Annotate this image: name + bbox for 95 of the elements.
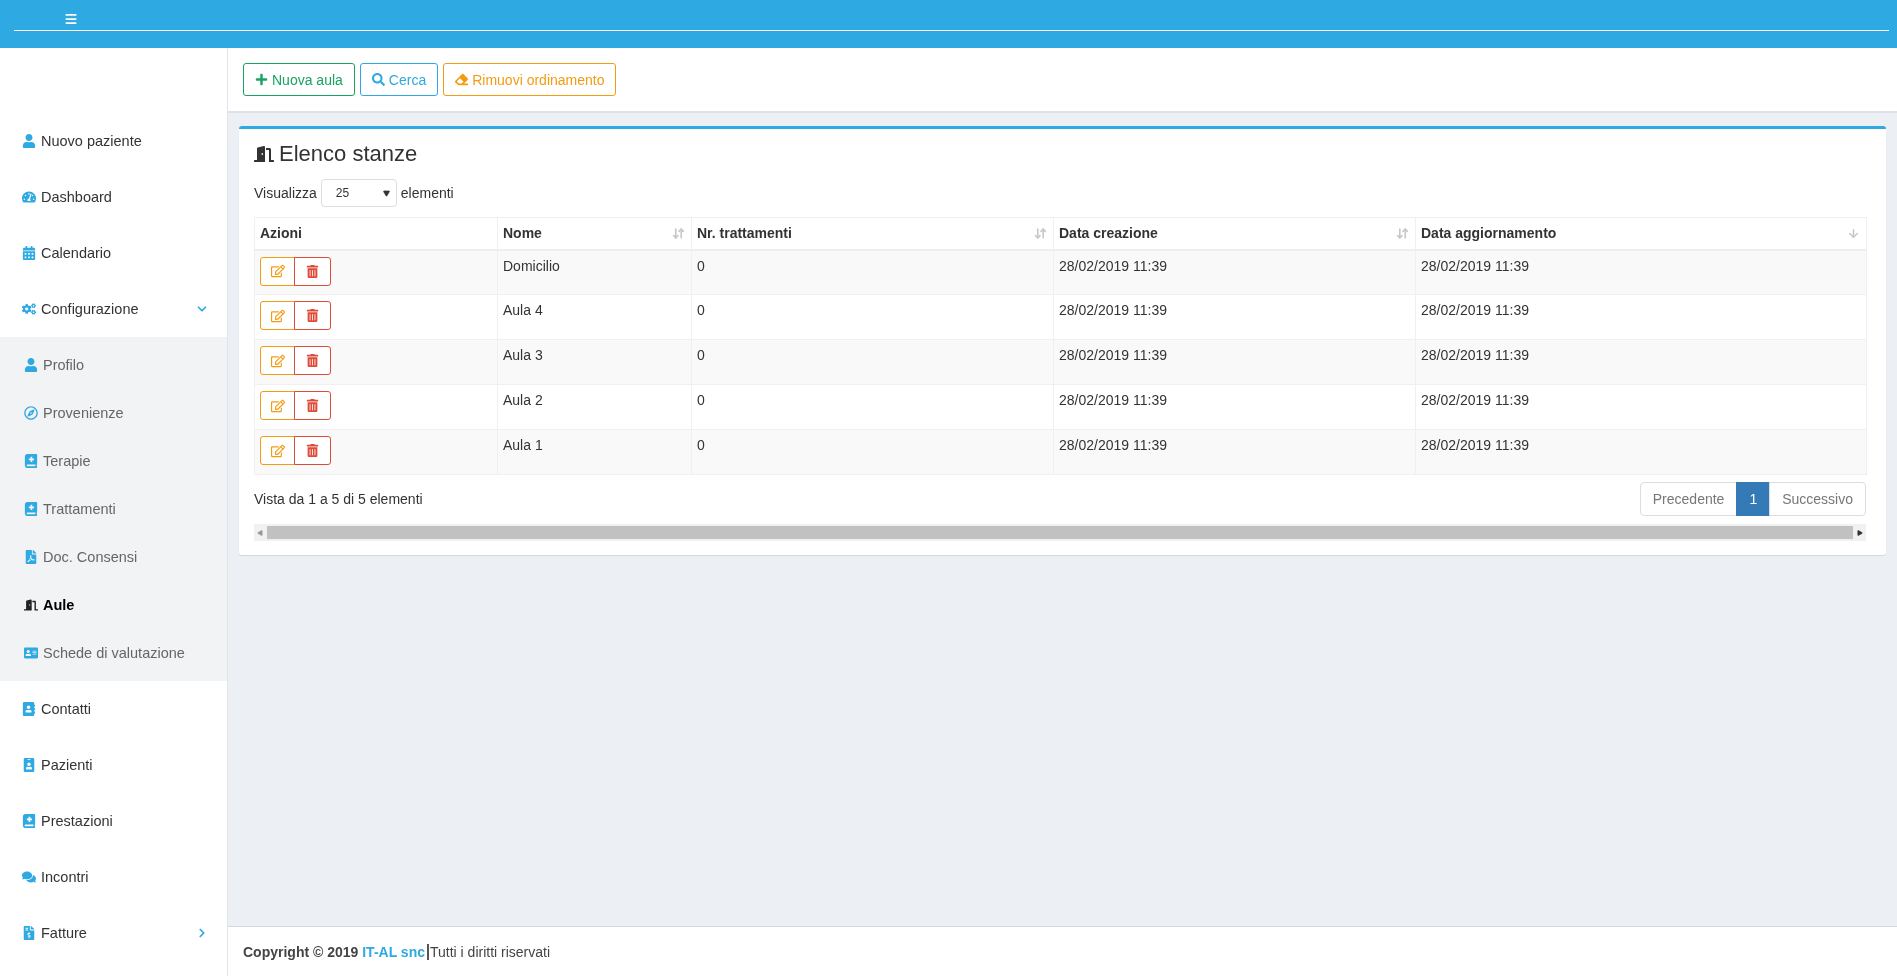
pdf-file-icon [24, 550, 38, 564]
plus-book-icon [22, 814, 36, 828]
length-label: Visualizza [254, 185, 317, 201]
next-button[interactable]: Successivo [1769, 482, 1866, 516]
edit-button[interactable] [260, 256, 295, 286]
table-cell: Domicilio [497, 249, 692, 295]
trash-icon [306, 264, 319, 278]
sidebar-item[interactable]: Terapie [0, 437, 227, 485]
chat-icon [22, 870, 36, 884]
copyright-text: Copyright © 2019 [243, 943, 360, 960]
table-cell: 0 [691, 249, 1054, 295]
table-cell: 28/02/2019 11:39 [1415, 429, 1867, 475]
sidebar-item[interactable]: Prestazioni [0, 793, 227, 849]
table-cell: 28/02/2019 11:39 [1053, 384, 1416, 430]
delete-button[interactable] [294, 346, 331, 375]
door-icon [24, 598, 38, 612]
delete-button[interactable] [294, 301, 331, 330]
plus-icon [255, 73, 268, 86]
file-dollar-icon [22, 926, 36, 940]
table-cell: 0 [691, 339, 1054, 385]
edit-icon [270, 443, 285, 458]
trash-icon [306, 354, 319, 367]
edit-icon [270, 264, 285, 278]
table-cell: 28/02/2019 11:39 [1053, 339, 1416, 385]
edit-button[interactable] [260, 436, 295, 465]
rights-text: Tutti i diritti riservati [427, 943, 551, 960]
edit-button[interactable] [260, 391, 295, 420]
table-cell: 28/02/2019 11:39 [1415, 339, 1867, 385]
edit-icon [270, 353, 285, 368]
column-header: Azioni [254, 217, 498, 250]
sidebar-item[interactable]: Fatture [0, 905, 227, 961]
sidebar-item[interactable]: Nuovo paziente [0, 113, 227, 169]
sidebar-item[interactable]: Schede di valutazione [0, 629, 227, 677]
sidebar-item[interactable]: Provenienze [0, 389, 227, 437]
plus-book-icon [24, 502, 38, 516]
sidebar-item[interactable]: Contatti [0, 681, 227, 737]
gears-icon [22, 302, 36, 316]
column-header[interactable]: Data creazione [1053, 217, 1416, 250]
calendar-icon [22, 246, 36, 260]
horizontal-scrollbar[interactable] [254, 524, 1866, 541]
person-icon [24, 358, 38, 372]
sidebar-item[interactable]: Calendario [0, 225, 227, 281]
compass-icon [24, 406, 38, 420]
delete-button[interactable] [294, 391, 331, 420]
table-cell: 28/02/2019 11:39 [1053, 294, 1416, 340]
edit-button[interactable] [260, 346, 295, 375]
sidebar-item[interactable]: Pazienti [0, 737, 227, 793]
sidebar-item[interactable]: Profilo [0, 341, 227, 389]
gauge-icon [22, 190, 36, 204]
id-card-icon [24, 646, 38, 660]
door-icon [254, 144, 274, 164]
person-icon [22, 134, 36, 148]
column-header[interactable]: Data aggiornamento [1415, 217, 1867, 250]
delete-button[interactable] [294, 436, 331, 465]
edit-icon [270, 308, 285, 323]
table-cell: 0 [691, 294, 1054, 340]
previous-button[interactable]: Precedente [1639, 482, 1738, 516]
eraser-icon [455, 73, 469, 86]
table-cell: 28/02/2019 11:39 [1053, 429, 1416, 475]
sidebar-item[interactable]: Configurazione [0, 281, 227, 337]
scroll-left-icon[interactable] [257, 529, 263, 536]
table-cell: Aula 3 [497, 339, 692, 385]
delete-button[interactable] [294, 256, 331, 286]
sidebar-item[interactable]: Trattamenti [0, 485, 227, 533]
trash-icon [306, 399, 319, 412]
sidebar-item[interactable]: Dashboard [0, 169, 227, 225]
sidebar-item[interactable]: Aule [0, 581, 227, 629]
plus-book-icon [24, 454, 38, 468]
badge-card-icon [22, 758, 36, 772]
table-cell: Aula 1 [497, 429, 692, 475]
table-cell: 0 [691, 384, 1054, 430]
scroll-right-icon[interactable] [1857, 529, 1863, 536]
edit-button[interactable] [260, 301, 295, 330]
caret-icon [382, 189, 390, 197]
contact-card-icon [22, 702, 36, 716]
sidebar-item[interactable]: Incontri [0, 849, 227, 905]
search-icon [371, 73, 385, 86]
page-button[interactable]: 1 [1736, 482, 1771, 516]
table-cell: Aula 4 [497, 294, 692, 340]
trash-icon [306, 444, 319, 457]
column-header[interactable]: Nr. trattamenti [691, 217, 1054, 250]
page-length-select[interactable]: 25 [320, 179, 397, 207]
table-cell: Aula 2 [497, 384, 692, 430]
trash-icon [306, 309, 319, 322]
table-info: Vista da 1 a 5 di 5 elementi [254, 491, 423, 507]
table-cell: 28/02/2019 11:39 [1415, 294, 1867, 340]
table-cell: 0 [691, 429, 1054, 475]
length-label: elementi [400, 185, 454, 201]
table-cell: 28/02/2019 11:39 [1415, 249, 1867, 295]
table-cell: 28/02/2019 11:39 [1053, 249, 1416, 295]
column-header[interactable]: Nome [497, 217, 692, 250]
sidebar-item[interactable]: Doc. Consensi [0, 533, 227, 581]
edit-icon [270, 398, 285, 413]
card-title: Elenco stanze [279, 141, 418, 167]
table-cell: 28/02/2019 11:39 [1415, 384, 1867, 430]
